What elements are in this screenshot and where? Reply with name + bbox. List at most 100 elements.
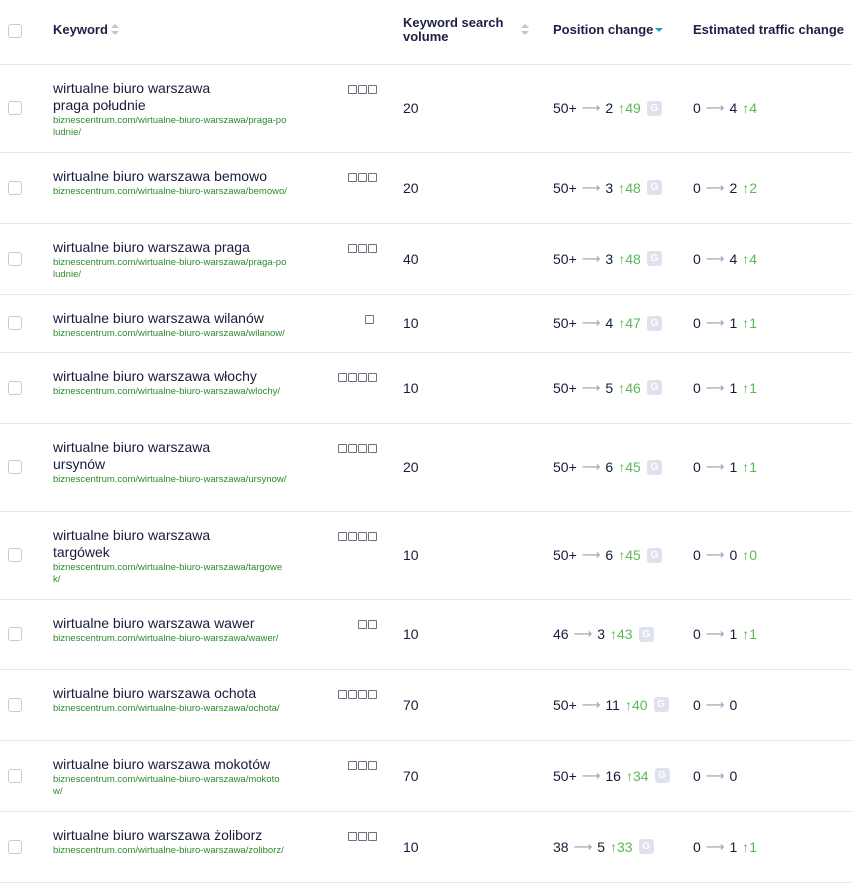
ranking-url-link[interactable]: biznescentrum.com/wirtualne-biuro-warsza… xyxy=(53,115,287,139)
row-checkbox[interactable] xyxy=(8,839,22,854)
position-delta: ↑40 xyxy=(625,697,648,713)
column-header-traffic-change[interactable]: Estimated traffic change xyxy=(693,23,844,37)
row-checkbox[interactable] xyxy=(8,460,22,474)
row-checkbox[interactable] xyxy=(8,380,22,395)
keyword-text[interactable]: wirtualne biuro warszawa bemowo xyxy=(53,168,293,185)
sort-position-desc-icon[interactable] xyxy=(655,24,663,36)
traffic-from: 0 xyxy=(693,838,701,855)
row-checkbox[interactable] xyxy=(8,101,22,115)
google-serp-icon[interactable]: G xyxy=(646,315,662,331)
sort-keyword-icon[interactable] xyxy=(111,24,119,36)
position-from: 38 xyxy=(553,838,569,855)
ranking-url-link[interactable]: biznescentrum.com/wirtualne-biuro-warsza… xyxy=(53,386,287,398)
keyword-text[interactable]: wirtualne biuro warszawa włochy xyxy=(53,368,293,385)
traffic-change: 0 ⟶ 1 ↑1 xyxy=(693,459,757,475)
row-checkbox[interactable] xyxy=(8,180,22,195)
traffic-delta: ↑1 xyxy=(742,459,757,475)
traffic-delta: ↑4 xyxy=(742,251,757,267)
arrow-right-icon: ⟶ xyxy=(705,100,725,115)
image-pack-icon xyxy=(358,620,367,629)
table-row[interactable]: wirtualne biuro warszawa wawer biznescen… xyxy=(0,600,852,670)
table-row[interactable]: wirtualne biuro warszawa żoliborz biznes… xyxy=(0,812,852,883)
keyword-text[interactable]: wirtualne biuro warszawa praga xyxy=(53,239,293,256)
ranking-url-link[interactable]: biznescentrum.com/wirtualne-biuro-warsza… xyxy=(53,257,287,281)
google-serp-icon[interactable]: G xyxy=(646,251,662,266)
google-serp-icon[interactable]: G xyxy=(646,180,662,195)
google-serp-icon[interactable]: G xyxy=(654,768,670,783)
table-row[interactable]: wirtualne biuro warszawa włochy biznesce… xyxy=(0,353,852,424)
local-pack-icon xyxy=(358,85,367,94)
keyword-text[interactable]: wirtualne biuro warszawa żoliborz xyxy=(53,827,293,844)
table-row[interactable]: wirtualne biuro warszawa ursynów biznesc… xyxy=(0,424,852,512)
traffic-to: 4 xyxy=(729,100,738,116)
local-pack-icon xyxy=(348,690,357,699)
row-checkbox[interactable] xyxy=(8,768,22,783)
arrow-up-icon: ↑ xyxy=(624,696,632,713)
row-checkbox[interactable] xyxy=(8,251,22,266)
serp-features xyxy=(348,832,377,841)
table-row[interactable]: wirtualne biuro warszawa targówek biznes… xyxy=(0,512,852,600)
column-header-keyword[interactable]: Keyword xyxy=(53,23,108,37)
keyword-text[interactable]: wirtualne biuro warszawa ochota xyxy=(53,685,293,702)
google-serp-icon[interactable]: G xyxy=(653,697,669,712)
table-row[interactable]: wirtualne biuro warszawa bemowo biznesce… xyxy=(0,153,852,224)
traffic-delta-value: 1 xyxy=(749,459,758,475)
table-row[interactable]: wirtualne biuro warszawa praga południe … xyxy=(0,65,852,153)
keyword-text[interactable]: wirtualne biuro warszawa wilanów xyxy=(53,310,293,327)
traffic-from: 0 xyxy=(693,100,701,116)
traffic-to: 0 xyxy=(729,767,738,784)
ranking-url-link[interactable]: biznescentrum.com/wirtualne-biuro-warsza… xyxy=(53,186,287,198)
search-volume: 10 xyxy=(403,626,419,642)
row-checkbox[interactable] xyxy=(8,627,22,641)
search-volume: 20 xyxy=(403,100,419,116)
keyword-text[interactable]: wirtualne biuro warszawa praga południe xyxy=(53,80,228,114)
table-row[interactable]: wirtualne biuro warszawa praga biznescen… xyxy=(0,224,852,295)
keyword-text[interactable]: wirtualne biuro warszawa targówek xyxy=(53,527,228,561)
keyword-text[interactable]: wirtualne biuro warszawa mokotów xyxy=(53,756,293,773)
keyword-text[interactable]: wirtualne biuro warszawa wawer xyxy=(53,615,293,632)
row-checkbox[interactable] xyxy=(8,697,22,712)
google-serp-icon[interactable]: G xyxy=(638,626,654,642)
table-row[interactable]: wirtualne biuro warszawa wilanów biznesc… xyxy=(0,295,852,353)
traffic-to: 2 xyxy=(729,179,738,196)
row-checkbox[interactable] xyxy=(8,316,22,330)
search-volume: 40 xyxy=(403,250,419,267)
ranking-url-link[interactable]: biznescentrum.com/wirtualne-biuro-warsza… xyxy=(53,845,287,857)
position-to: 3 xyxy=(605,250,614,267)
google-serp-icon[interactable]: G xyxy=(646,547,662,563)
google-serp-icon[interactable]: G xyxy=(646,100,662,116)
traffic-to: 4 xyxy=(729,250,738,267)
google-serp-icon[interactable]: G xyxy=(646,380,662,395)
position-change: 38 ⟶ 5 ↑33 G xyxy=(553,839,654,855)
row-checkbox[interactable] xyxy=(8,548,22,562)
google-serp-icon[interactable]: G xyxy=(638,839,654,854)
ranking-url-link[interactable]: biznescentrum.com/wirtualne-biuro-warsza… xyxy=(53,633,287,645)
position-change: 50+ ⟶ 3 ↑48 G xyxy=(553,180,662,196)
search-volume: 10 xyxy=(403,315,419,331)
select-all-checkbox[interactable] xyxy=(8,24,22,38)
traffic-to: 1 xyxy=(729,379,738,396)
arrow-up-icon: ↑ xyxy=(610,838,618,855)
google-serp-icon[interactable]: G xyxy=(646,459,662,475)
position-change: 50+ ⟶ 6 ↑45 G xyxy=(553,459,662,475)
table-row[interactable]: wirtualne biuro warszawa ochota biznesce… xyxy=(0,670,852,741)
column-header-traffic-label: Estimated traffic change xyxy=(693,22,844,37)
ranking-url-link[interactable]: biznescentrum.com/wirtualne-biuro-warsza… xyxy=(53,703,287,715)
reviews-icon xyxy=(368,85,377,94)
traffic-from: 0 xyxy=(693,767,701,784)
position-from: 50+ xyxy=(553,379,577,396)
ranking-url-link[interactable]: biznescentrum.com/wirtualne-biuro-warsza… xyxy=(53,562,287,586)
traffic-change: 0 ⟶ 1 ↑1 xyxy=(693,380,757,396)
ranking-url-link[interactable]: biznescentrum.com/wirtualne-biuro-warsza… xyxy=(53,328,323,340)
traffic-from: 0 xyxy=(693,626,701,642)
ranking-url-link[interactable]: biznescentrum.com/wirtualne-biuro-warsza… xyxy=(53,774,287,798)
position-to: 6 xyxy=(605,547,614,563)
keyword-text[interactable]: wirtualne biuro warszawa ursynów xyxy=(53,439,228,473)
column-header-volume[interactable]: Keyword search volume xyxy=(403,16,513,44)
serp-features xyxy=(338,444,377,453)
ranking-url-link[interactable]: biznescentrum.com/wirtualne-biuro-warsza… xyxy=(53,474,287,486)
sort-volume-icon[interactable] xyxy=(521,24,529,36)
column-header-position-change[interactable]: Position change xyxy=(553,23,653,37)
local-pack-icon xyxy=(348,444,357,453)
table-row[interactable]: wirtualne biuro warszawa mokotów biznesc… xyxy=(0,741,852,812)
